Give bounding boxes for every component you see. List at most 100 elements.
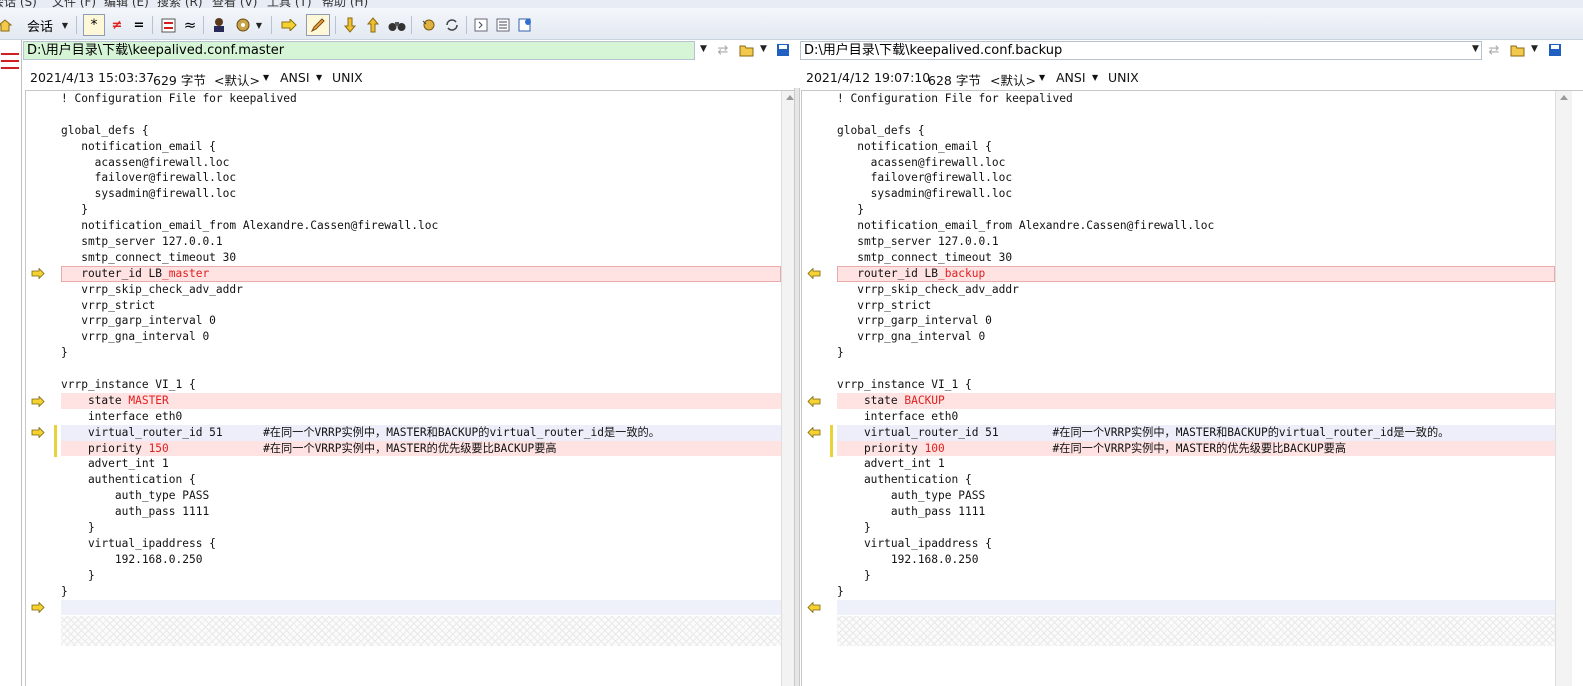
code-line[interactable]: failover@firewall.loc <box>837 170 1555 186</box>
code-line[interactable]: global_defs { <box>837 123 1555 139</box>
format-icon[interactable] <box>233 15 253 35</box>
diff-arrow-icon[interactable] <box>807 395 821 407</box>
swap-icon[interactable] <box>158 15 178 35</box>
code-line[interactable]: vrrp_strict <box>61 298 781 314</box>
code-line[interactable]: authentication { <box>61 472 781 488</box>
code-line[interactable]: } <box>61 568 781 584</box>
code-line[interactable]: vrrp_skip_check_adv_addr <box>837 282 1555 298</box>
left-open-folder-icon[interactable] <box>739 42 755 58</box>
diff-line[interactable]: router_id LB_backup <box>837 265 1555 282</box>
code-line[interactable]: vrrp_instance VI_1 { <box>61 377 781 393</box>
code-line[interactable]: auth_type PASS <box>837 488 1555 504</box>
right-vertical-scrollbar[interactable] <box>1555 91 1572 686</box>
code-line[interactable]: } <box>61 202 781 218</box>
code-line[interactable]: acassen@firewall.loc <box>837 155 1555 171</box>
menu-edit[interactable]: 编辑 (E) <box>104 0 149 8</box>
code-line[interactable] <box>837 361 1555 377</box>
code-line[interactable]: } <box>61 345 781 361</box>
code-line[interactable]: acassen@firewall.loc <box>61 155 781 171</box>
diff-arrow-icon[interactable] <box>31 395 45 407</box>
chevron-down-icon[interactable]: ▼ <box>1039 73 1045 82</box>
edit-pencil-icon[interactable] <box>306 14 330 36</box>
diff-line[interactable]: state BACKUP <box>837 392 1555 409</box>
code-line[interactable] <box>61 107 781 123</box>
left-format-select[interactable]: <默认> <box>214 70 260 89</box>
code-line[interactable]: vrrp_instance VI_1 { <box>837 377 1555 393</box>
left-overview-strip[interactable] <box>0 40 22 686</box>
code-line[interactable]: authentication { <box>837 472 1555 488</box>
right-save-icon[interactable] <box>1547 42 1563 58</box>
right-code-area[interactable]: ! Configuration File for keepalived globa… <box>837 91 1555 616</box>
code-line[interactable]: notification_email_from Alexandre.Cassen… <box>837 218 1555 234</box>
code-line[interactable]: ! Configuration File for keepalived <box>61 91 781 107</box>
code-line[interactable]: } <box>61 520 781 536</box>
code-line[interactable]: advert_int 1 <box>837 456 1555 472</box>
code-line[interactable]: } <box>61 584 781 600</box>
code-line[interactable]: vrrp_skip_check_adv_addr <box>61 282 781 298</box>
code-line[interactable]: advert_int 1 <box>61 456 781 472</box>
diff-line[interactable]: state MASTER <box>61 392 781 409</box>
show-same-icon[interactable]: = <box>130 15 148 35</box>
code-line[interactable]: smtp_connect_timeout 30 <box>61 250 781 266</box>
session-dropdown[interactable]: ▼ <box>58 15 72 35</box>
right-format-select[interactable]: <默认> <box>990 70 1036 89</box>
code-line[interactable]: virtual_router_id 51 #在同一个VRRP实例中，MASTER… <box>837 424 1555 441</box>
find-icon[interactable] <box>387 15 407 35</box>
rules-icon[interactable] <box>209 15 229 35</box>
right-editor-pane[interactable]: ! Configuration File for keepalived globa… <box>801 90 1583 686</box>
format-dropdown[interactable]: ▼ <box>253 15 265 35</box>
menu-file[interactable]: 文件 (F) <box>52 0 96 8</box>
right-reload-icon[interactable]: ⇄ <box>1486 42 1502 58</box>
code-line[interactable]: auth_type PASS <box>61 488 781 504</box>
code-line[interactable]: virtual_ipaddress { <box>837 536 1555 552</box>
diff-arrow-icon[interactable] <box>31 427 45 439</box>
menu-session[interactable]: 会话 (S) <box>0 0 37 8</box>
refresh-icon[interactable] <box>442 15 462 35</box>
diff-arrow-icon[interactable] <box>31 268 45 280</box>
code-line[interactable]: 192.168.0.250 <box>61 552 781 568</box>
prev-difference-icon[interactable] <box>364 15 382 35</box>
list-icon[interactable] <box>494 15 512 35</box>
left-editor-pane[interactable]: ! Configuration File for keepalived globa… <box>25 90 797 686</box>
right-path-input[interactable]: D:\用户目录\下载\keepalived.conf.backup <box>800 41 1482 60</box>
code-line[interactable]: notification_email { <box>61 139 781 155</box>
chevron-down-icon[interactable]: ▼ <box>263 73 269 82</box>
code-line[interactable]: } <box>837 568 1555 584</box>
chevron-down-icon[interactable]: ▼ <box>316 73 322 82</box>
code-line[interactable] <box>837 599 1555 616</box>
bookmark-icon[interactable] <box>418 15 438 35</box>
code-line[interactable]: vrrp_garp_interval 0 <box>61 313 781 329</box>
expand-icon[interactable] <box>472 15 490 35</box>
code-line[interactable]: auth_pass 1111 <box>61 504 781 520</box>
code-line[interactable]: smtp_connect_timeout 30 <box>837 250 1555 266</box>
left-open-dropdown[interactable]: ▼ <box>760 44 767 54</box>
diff-line[interactable]: priority 150 #在同一个VRRP实例中，MASTER的优先级要比BA… <box>61 440 781 457</box>
diff-line[interactable]: router_id LB_master <box>61 265 781 282</box>
code-line[interactable]: vrrp_gna_interval 0 <box>61 329 781 345</box>
code-line[interactable]: notification_email { <box>837 139 1555 155</box>
next-difference-icon[interactable] <box>341 15 359 35</box>
code-line[interactable]: global_defs { <box>61 123 781 139</box>
left-code-area[interactable]: ! Configuration File for keepalived globa… <box>61 91 781 616</box>
code-line[interactable]: interface eth0 <box>837 409 1555 425</box>
right-encoding-select[interactable]: ANSI <box>1056 70 1086 85</box>
session-button[interactable]: 会话 <box>22 15 58 35</box>
diff-arrow-icon[interactable] <box>807 268 821 280</box>
left-line-ending[interactable]: UNIX <box>332 70 363 85</box>
code-line[interactable]: notification_email_from Alexandre.Cassen… <box>61 218 781 234</box>
left-encoding-select[interactable]: ANSI <box>280 70 310 85</box>
right-line-ending[interactable]: UNIX <box>1108 70 1139 85</box>
code-line[interactable]: } <box>837 520 1555 536</box>
show-all-icon[interactable]: * <box>83 14 105 36</box>
left-path-input[interactable]: D:\用户目录\下载\keepalived.conf.master <box>23 41 695 60</box>
right-path-dropdown[interactable]: ▼ <box>1472 44 1479 54</box>
report-icon[interactable] <box>516 15 534 35</box>
menu-help[interactable]: 帮助 (H) <box>322 0 368 8</box>
code-line[interactable]: vrrp_strict <box>837 298 1555 314</box>
right-open-dropdown[interactable]: ▼ <box>1531 44 1538 54</box>
diff-arrow-icon[interactable] <box>31 602 45 614</box>
show-differences-icon[interactable]: ≠ <box>108 15 126 35</box>
code-line[interactable]: vrrp_gna_interval 0 <box>837 329 1555 345</box>
diff-arrow-icon[interactable] <box>807 602 821 614</box>
code-line[interactable] <box>61 361 781 377</box>
